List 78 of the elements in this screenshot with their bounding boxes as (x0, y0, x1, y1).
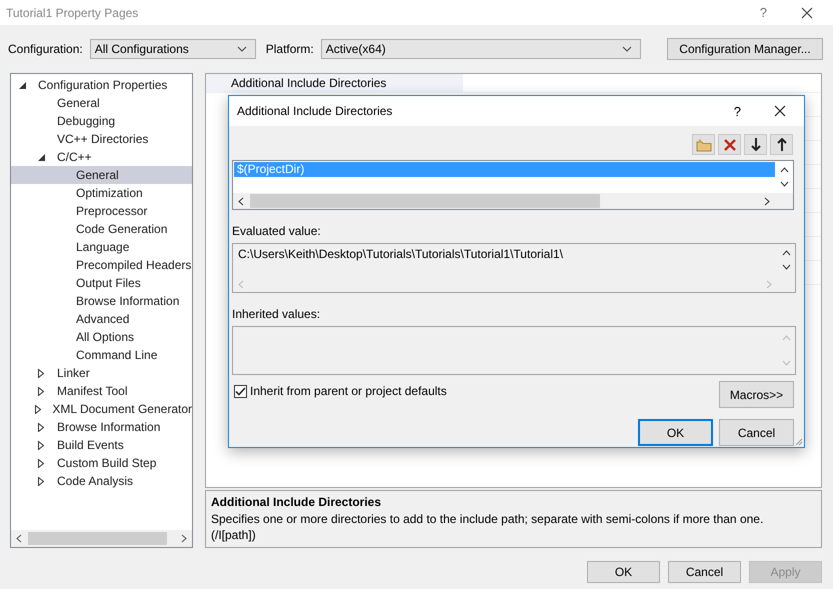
scrollbar-thumb[interactable] (28, 532, 167, 545)
switch-text: (/I[path]) (211, 527, 257, 543)
tree-item[interactable]: Browse Information (11, 418, 192, 436)
configuration-label: Configuration: (8, 42, 83, 56)
expanded-icon[interactable] (38, 154, 45, 160)
scroll-right-icon[interactable] (764, 196, 770, 206)
dialog-button[interactable]: OK (587, 561, 660, 583)
tree-item[interactable]: General (11, 166, 192, 184)
collapsed-icon[interactable] (38, 422, 44, 432)
tree-item[interactable]: Code Analysis (11, 472, 192, 490)
collapsed-icon[interactable] (34, 404, 41, 414)
tree-item[interactable]: Language (11, 238, 192, 256)
tree-item[interactable]: Browse Information (11, 292, 192, 310)
inherit-checkbox[interactable]: Inherit from parent or project defaults (234, 384, 447, 398)
tree-item[interactable]: Debugging (11, 112, 192, 130)
scroll-left-icon[interactable] (16, 534, 22, 543)
description-text: Specifies one or more directories to add to the include path; separate with semi-colons if more than one. (211, 511, 764, 527)
dialog-button[interactable]: Cancel (668, 561, 741, 583)
scroll-down-icon[interactable] (782, 264, 791, 270)
help-button[interactable]: ? (734, 104, 741, 118)
tree-item[interactable]: Custom Build Step (11, 454, 192, 472)
window-title: Tutorial1 Property Pages (6, 6, 140, 20)
collapsed-icon[interactable] (38, 440, 44, 450)
collapsed-icon[interactable] (38, 476, 44, 486)
inherited-values-label: Inherited values: (232, 307, 322, 321)
chevron-icon (236, 46, 247, 52)
delete-button[interactable] (718, 134, 741, 155)
tree-item[interactable]: Optimization (11, 184, 192, 202)
tree-item[interactable]: C/C++ (11, 148, 192, 166)
scrollbar-thumb[interactable] (250, 194, 600, 208)
expanded-icon[interactable] (19, 82, 26, 88)
tree-item[interactable]: Manifest Tool (11, 382, 192, 400)
collapsed-icon[interactable] (38, 368, 44, 378)
tree-item[interactable]: VC++ Directories (11, 130, 192, 148)
scroll-up-icon[interactable] (780, 167, 789, 173)
close-icon[interactable] (774, 105, 786, 117)
dialog-title: Additional Include Directories (237, 104, 394, 118)
description-title: Additional Include Directories (211, 494, 382, 511)
chevron-icon (622, 46, 632, 52)
dialog-button[interactable]: Cancel (719, 419, 794, 446)
platform-dropdown[interactable]: Active(x64) (320, 39, 641, 59)
move-down-button[interactable] (744, 134, 767, 155)
tree-item[interactable]: Command Line (11, 346, 192, 364)
tree-item[interactable]: Code Generation (11, 220, 192, 238)
evaluated-value-text: C:\Users\Keith\Desktop\Tutorials\Tutorials\Tutorial1\Tutorial1\ (237, 246, 564, 263)
platform-label: Platform: (266, 42, 314, 56)
configuration-manager-button[interactable]: Configuration Manager... (667, 38, 823, 60)
macros-button[interactable]: Macros>> (719, 381, 794, 408)
delete-icon (722, 138, 736, 152)
tree-item[interactable]: General (11, 94, 192, 112)
property-name[interactable]: Additional Include Directories (206, 74, 463, 92)
resize-grip-icon[interactable] (795, 438, 803, 446)
tree-item[interactable]: Preprocessor (11, 202, 192, 220)
move-up-button[interactable] (770, 134, 793, 155)
checkmark-icon (235, 386, 246, 396)
tree-item[interactable]: Build Events (11, 436, 192, 454)
scroll-down-icon[interactable] (780, 181, 789, 187)
tree-item[interactable]: Configuration Properties (11, 76, 192, 94)
evaluated-value-label: Evaluated value: (232, 224, 322, 238)
tree-item[interactable]: Output Files (11, 274, 192, 292)
scroll-left-icon[interactable] (238, 196, 244, 206)
scroll-right-icon[interactable] (181, 534, 187, 543)
tree-item[interactable]: Linker (11, 364, 192, 382)
close-icon[interactable] (801, 6, 813, 18)
scroll-up-icon[interactable] (782, 250, 791, 256)
folder-icon (696, 138, 712, 152)
tree-item[interactable]: Precompiled Headers (11, 256, 192, 274)
tree-item[interactable]: XML Document Generator (11, 400, 192, 418)
configuration-dropdown[interactable]: All Configurations (90, 39, 256, 59)
down-arrow-icon (750, 138, 760, 151)
collapsed-icon[interactable] (38, 458, 44, 468)
tree-item[interactable]: All Options (11, 328, 192, 346)
collapsed-icon[interactable] (38, 386, 44, 396)
up-arrow-icon (776, 138, 786, 151)
checkbox[interactable] (234, 384, 247, 398)
help-button[interactable]: ? (760, 5, 767, 20)
dialog-button[interactable]: OK (638, 419, 713, 446)
tree-item[interactable]: Advanced (11, 310, 192, 328)
